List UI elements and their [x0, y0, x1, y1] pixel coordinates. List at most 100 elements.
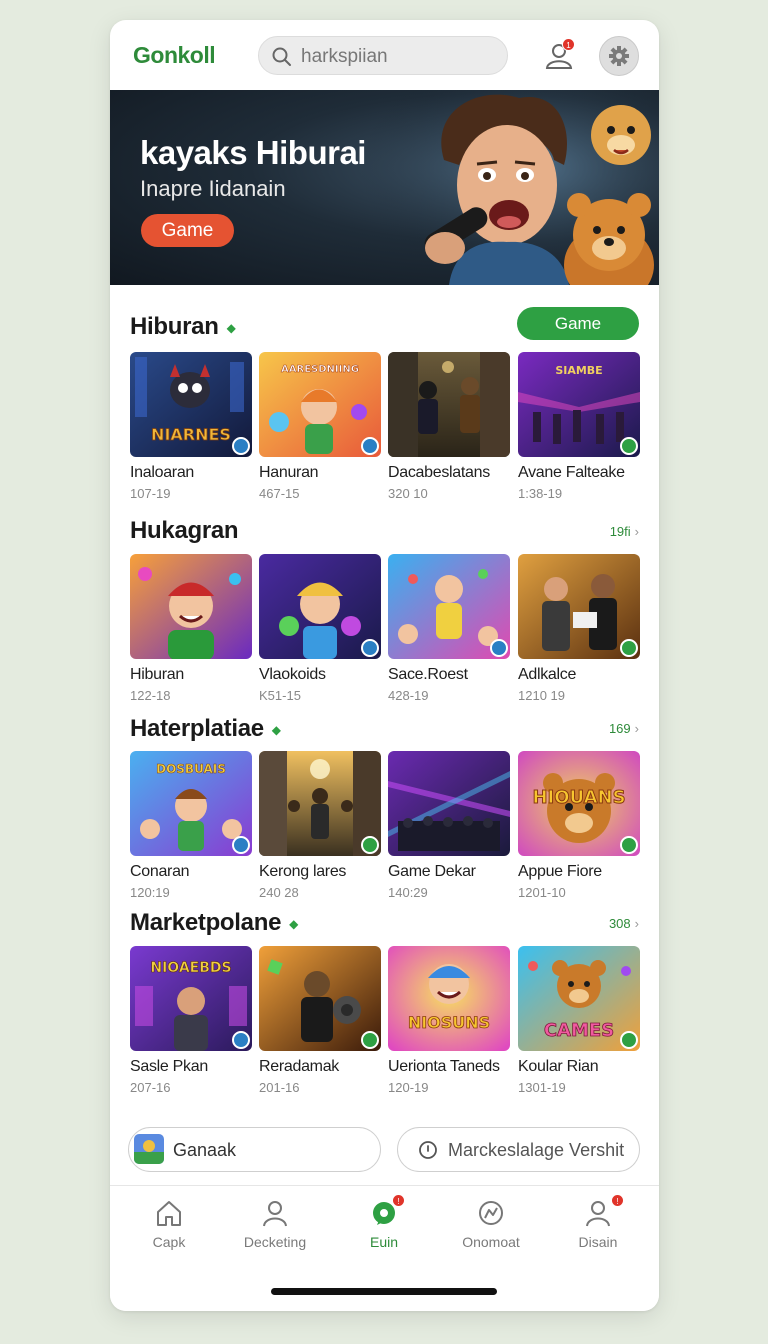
chevron-right-icon: › — [634, 916, 639, 931]
chevron-right-icon: › — [634, 524, 639, 539]
hero-banner[interactable]: kayaks Hiburai Inapre Iidanain Game — [110, 90, 659, 285]
card-title: Conaran — [130, 863, 190, 880]
tab-label: Onomoat — [462, 1234, 520, 1250]
game-thumbnail: HIOUANS — [518, 751, 640, 856]
notification-badge: ! — [392, 1194, 405, 1207]
game-card[interactable]: Dacabeslatans 320 10 — [388, 352, 510, 501]
tab-disain[interactable]: ! Disain — [548, 1194, 648, 1250]
card-meta: 1201-10 — [518, 885, 566, 900]
card-title: Vlaokoids — [259, 666, 326, 683]
game-thumbnail — [259, 946, 381, 1051]
game-card[interactable]: Kerong lares 240 28 — [259, 751, 381, 900]
game-card[interactable]: HIOUANS Appue Fiore 1201-10 — [518, 751, 640, 900]
app-screen: Gonkoll harkspiian 1 kayaks Hiburai Inap… — [110, 20, 659, 1311]
app-header: Gonkoll harkspiian 1 — [110, 20, 659, 90]
section-title: Haterplatiae ◆ — [130, 715, 281, 743]
game-card[interactable]: NIOSUNS Uerionta Taneds 120-19 — [388, 946, 510, 1095]
card-meta: K51-15 — [259, 688, 301, 703]
tab-capk[interactable]: Capk — [119, 1198, 219, 1250]
badge-icon — [620, 437, 638, 455]
game-thumbnail: AARESDNIING — [259, 352, 381, 457]
gauge-icon — [479, 1201, 503, 1225]
card-title: Sasle Pkan — [130, 1058, 208, 1075]
game-thumbnail — [388, 751, 510, 856]
section-title: Marketpolane ◆ — [130, 909, 298, 937]
game-thumbnail — [518, 554, 640, 659]
game-card[interactable]: Vlaokoids K51-15 — [259, 554, 381, 703]
thumbnail-logo-text: AARESDNIING — [281, 364, 359, 375]
badge-icon — [361, 836, 379, 854]
card-title: Reradamak — [259, 1058, 340, 1075]
card-meta: 201-16 — [259, 1080, 300, 1095]
see-more-link[interactable]: 308 › — [609, 916, 639, 931]
info-icon — [419, 1141, 437, 1159]
card-title: Game Dekar — [388, 863, 476, 880]
game-card[interactable]: AARESDNIING Hanuran 467-15 — [259, 352, 381, 501]
banner-game-button[interactable]: Game — [141, 214, 234, 247]
game-card[interactable]: Sace.Roest 428-19 — [388, 554, 510, 703]
section-game-button[interactable]: Game — [517, 307, 639, 340]
game-card[interactable]: DOSBUAIS Conaran 120:19 — [130, 751, 252, 900]
card-meta: 240 28 — [259, 885, 299, 900]
game-thumbnail — [259, 751, 381, 856]
game-card[interactable]: NIARNES Inaloaran 107-19 — [130, 352, 252, 501]
badge-icon — [232, 836, 250, 854]
badge-icon — [620, 1031, 638, 1049]
game-card[interactable]: NIOAEBDS Sasle Pkan 207-16 — [130, 946, 252, 1095]
card-title: Sace.Roest — [388, 666, 468, 683]
home-indicator[interactable] — [271, 1288, 497, 1295]
game-card[interactable]: SIAMBE Avane Falteake 1:38-19 — [518, 352, 640, 501]
game-thumbnail: NIOAEBDS — [130, 946, 252, 1051]
quick-action-right[interactable]: Marckeslalage Vershit — [397, 1127, 640, 1172]
app-logo[interactable]: Gonkoll — [133, 42, 216, 69]
card-meta: 120-19 — [388, 1080, 429, 1095]
badge-icon — [361, 1031, 379, 1049]
tab-onomoat[interactable]: Onomoat — [441, 1198, 541, 1250]
badge-icon — [620, 836, 638, 854]
badge-icon — [361, 639, 379, 657]
see-more-count: 308 — [608, 916, 631, 931]
card-title: Adlkalce — [518, 666, 577, 683]
notification-badge: 1 — [562, 38, 575, 51]
game-card[interactable]: Adlkalce 1210 19 — [518, 554, 640, 703]
game-thumbnail: DOSBUAIS — [130, 751, 252, 856]
home-icon — [157, 1201, 181, 1226]
game-card[interactable]: Game Dekar 140:29 — [388, 751, 510, 900]
search-bar[interactable]: harkspiian — [258, 36, 508, 75]
card-title: Inaloaran — [130, 464, 195, 481]
card-meta: 140:29 — [388, 885, 428, 900]
account-button[interactable]: 1 — [539, 36, 579, 76]
profile-icon — [586, 1201, 610, 1227]
quick-action-left-label: Ganaak — [173, 1140, 237, 1160]
card-title: Koular Rian — [518, 1058, 599, 1075]
diamond-icon: ◆ — [289, 916, 299, 931]
game-card[interactable]: Reradamak 201-16 — [259, 946, 381, 1095]
chevron-right-icon: › — [634, 721, 639, 736]
thumbnail-logo-text: NIARNES — [151, 425, 231, 444]
see-more-link[interactable]: 19fi › — [610, 524, 639, 539]
see-more-link[interactable]: 169 › — [609, 721, 639, 736]
diamond-icon: ◆ — [271, 722, 281, 737]
section-title-text: Hiburan — [130, 313, 219, 340]
section-title-text: Marketpolane — [130, 909, 282, 936]
banner-artwork — [359, 90, 659, 285]
search-icon — [272, 47, 291, 66]
game-thumbnail — [388, 554, 510, 659]
game-thumbnail: CAMES — [518, 946, 640, 1051]
game-card[interactable]: CAMES Koular Rian 1301-19 — [518, 946, 640, 1095]
card-meta: 1301-19 — [518, 1080, 566, 1095]
game-thumbnail — [388, 352, 510, 457]
card-title: Kerong lares — [259, 863, 347, 880]
search-input[interactable]: harkspiian — [301, 46, 388, 68]
badge-icon — [232, 437, 250, 455]
card-meta: 122-18 — [130, 688, 171, 703]
quick-action-left[interactable]: Ganaak — [128, 1127, 381, 1172]
diamond-icon: ◆ — [226, 320, 236, 335]
settings-button[interactable] — [599, 36, 639, 76]
tab-decketing[interactable]: Decketing — [225, 1198, 325, 1250]
see-more-count: 169 — [608, 721, 631, 736]
game-card[interactable]: Hiburan 122-18 — [130, 554, 252, 703]
card-meta: 320 10 — [388, 486, 428, 501]
tab-euin[interactable]: ! Euin — [334, 1194, 434, 1250]
game-thumbnail — [130, 554, 252, 659]
